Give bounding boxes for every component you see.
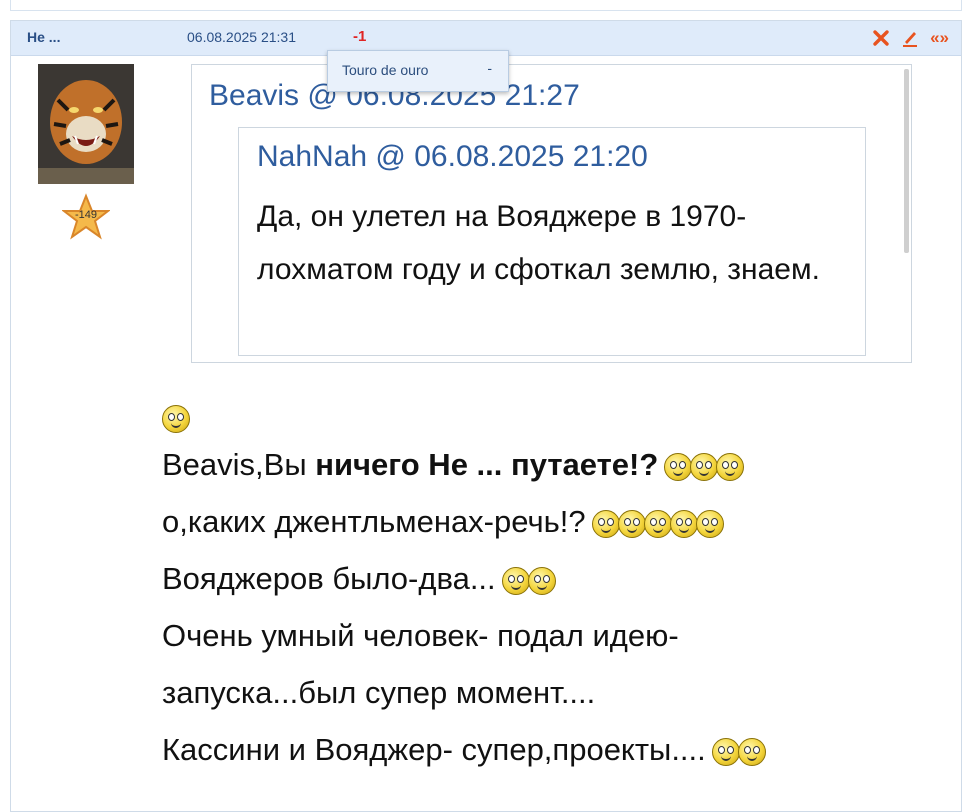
rating-tooltip: Touro de ouro - [327,50,509,92]
inner-quote-date: 06.08.2025 21:20 [414,140,648,173]
rater-value: - [487,60,492,76]
smiley-icon [617,509,646,538]
smiley-icon [664,452,693,481]
smiley-icon [669,509,698,538]
smiley-group [711,737,766,766]
message-line-6: Кассини и Вояджер- супер,проекты.... [162,721,962,778]
inner-quote: NahNah @ 06.08.2025 21:20 Да, он улетел … [238,127,866,356]
previous-post-edge [10,0,962,11]
smiley-icon [643,509,672,538]
message-line-5: запуска...был супер момент.... [162,675,596,710]
post-rating[interactable]: -1 [353,28,366,45]
pencil-icon [903,32,918,47]
smiley-group [664,452,745,481]
inner-quote-author[interactable]: NahNah [257,140,367,173]
post-author[interactable]: Не ... [27,29,60,45]
outer-quote: Beavis @ 06.08.2025 21:27 NahNah @ 06.08… [191,64,912,363]
thinking-smiley-icon [162,405,190,433]
message-line-2: о,каких джентльменах-речь!? [162,493,962,550]
inner-quote-header: NahNah @ 06.08.2025 21:20 [257,140,648,174]
message-bold-text: ничего Не ... путаете!? [315,447,659,482]
post-message: Beavis,Вы ничего Не ... путаете!? о,каки… [162,436,962,778]
smiley-icon [711,737,740,766]
close-icon [873,30,889,46]
post-actions: «» [872,27,949,49]
message-line-4: Очень умный человек- подал идею- [162,618,679,653]
smiley-group [591,509,724,538]
inner-quote-separator: @ [375,140,406,173]
rater-name[interactable]: Touro de ouro [342,62,428,78]
tiger-avatar-image [38,64,134,184]
smiley-icon [737,737,766,766]
inner-quote-text: Да, он улетел на Вояджере в 1970-лохмато… [257,200,820,286]
smiley-icon [695,509,724,538]
quote-scrollbar[interactable] [904,69,909,253]
edit-button[interactable] [900,28,920,48]
message-line-3: Вояджеров было-два... [162,550,962,607]
smiley-icon [690,452,719,481]
delete-button[interactable] [872,29,890,47]
smiley-icon [591,509,620,538]
smiley-group [501,566,556,595]
outer-quote-author[interactable]: Beavis [209,79,299,112]
post-date: 06.08.2025 21:31 [187,29,296,45]
avatar[interactable] [38,64,134,184]
quote-button[interactable]: «» [930,28,949,48]
reputation-star[interactable]: -149 [61,193,111,241]
message-line-1: Beavis,Вы ничего Не ... путаете!? [162,436,962,493]
smiley-icon [527,566,556,595]
smiley-icon [501,566,530,595]
star-rating-value: -149 [74,209,98,221]
smiley-icon [716,452,745,481]
